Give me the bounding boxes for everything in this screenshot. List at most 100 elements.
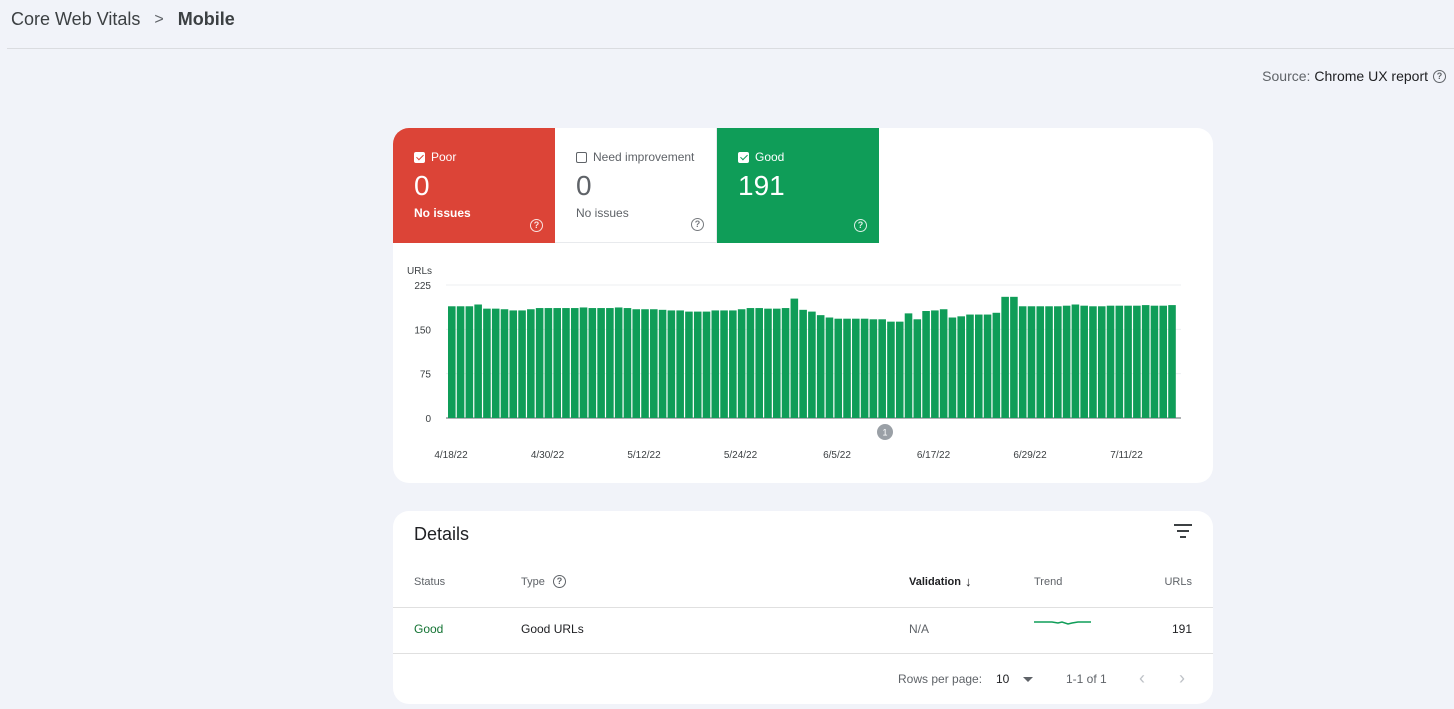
bar [1089,306,1097,418]
bar [939,309,948,418]
bar [1071,304,1080,418]
breadcrumb-parent[interactable]: Core Web Vitals [11,9,140,30]
bar [825,317,834,418]
row-urls: 191 [1171,622,1192,636]
source-label: Source: [1262,68,1311,84]
col-urls[interactable]: URLs [1164,576,1192,588]
top-bar: Core Web Vitals > Mobile [0,0,1454,48]
source-link[interactable]: Chrome UX report [1314,68,1428,84]
tile-poor[interactable]: Poor 0 No issues ? [393,128,555,243]
bar [755,308,763,418]
header-divider [7,48,1454,49]
bar [913,319,922,418]
tile-poor-label-row: Poor [414,150,555,164]
bar [1036,306,1045,418]
bar [579,307,588,418]
bar [483,308,491,418]
filter-icon[interactable] [1174,524,1192,538]
bar [1124,305,1132,418]
col-trend: Trend [1034,576,1063,588]
bar [711,310,720,418]
bar [597,308,605,418]
bar [799,309,807,418]
row-type[interactable]: Good URLs [521,622,584,636]
help-icon[interactable]: ? [854,219,867,232]
x-tick-label: 6/17/22 [917,450,951,461]
row-divider [393,653,1213,654]
col-type[interactable]: Type [521,576,545,588]
bar [720,310,728,418]
bar [1045,306,1053,418]
bar [816,315,825,418]
bar [843,318,851,418]
help-icon[interactable]: ? [530,219,543,232]
help-icon[interactable]: ? [553,575,566,588]
col-validation[interactable]: Validation [909,576,961,588]
tile-need-label: Need improvement [593,150,695,164]
bar [922,311,930,418]
bar [746,308,755,418]
bar [983,314,992,418]
checkbox-icon[interactable] [414,151,425,163]
row-validation: N/A [909,622,930,636]
tile-good-label: Good [755,150,785,164]
chevron-right-icon: > [154,10,164,28]
bar [518,310,526,418]
bar [887,321,895,418]
bar [860,318,869,418]
y-tick-label: 0 [425,414,431,425]
x-tick-label: 4/30/22 [531,450,565,461]
row-status[interactable]: Good [414,622,443,636]
bar [702,311,711,418]
y-tick-label: 225 [414,281,431,292]
bar [904,313,913,418]
bar [535,308,544,418]
tile-good[interactable]: Good 191 ? [717,128,879,243]
bar [1150,305,1159,418]
checkbox-icon[interactable] [738,151,749,163]
help-icon[interactable]: ? [1433,69,1446,83]
bar [852,318,860,418]
bar [641,309,649,418]
bar [448,306,456,418]
x-tick-label: 5/24/22 [724,450,758,461]
bar [1168,305,1176,418]
bar [1106,305,1115,418]
bar [693,311,702,418]
tile-need-improvement[interactable]: Need improvement 0 No issues ? [555,128,717,243]
bar [966,314,974,418]
bar [1001,296,1009,418]
tile-need-label-row: Need improvement [576,150,716,164]
bar [588,308,597,418]
y-tick-label: 75 [420,370,432,381]
bar [1010,296,1018,418]
col-status[interactable]: Status [414,576,445,588]
bar [1054,306,1062,418]
bar [1141,305,1150,418]
source-info: Source: Chrome UX report ? [1262,68,1446,84]
bar [764,308,772,418]
chevron-right-icon[interactable]: › [1179,668,1185,689]
arrow-down-icon[interactable]: ↓ [965,574,972,589]
x-tick-label: 4/18/22 [434,450,468,461]
bar [606,308,614,418]
bar [491,308,500,418]
bar [1027,306,1036,418]
checkbox-icon[interactable] [576,151,587,163]
bar [834,318,843,418]
tile-poor-label: Poor [431,150,457,164]
bar [632,309,641,418]
bar [1115,305,1124,418]
bar [465,306,474,418]
y-tick-label: 150 [414,325,431,336]
bar [500,309,509,418]
breadcrumb-current: Mobile [177,9,235,29]
rows-per-page-select[interactable]: 10 [996,672,1009,686]
trend-sparkline [1034,621,1091,625]
chevron-down-icon[interactable] [1023,677,1033,682]
bar [895,321,904,418]
bar [614,307,623,418]
help-icon[interactable]: ? [691,218,704,231]
chevron-left-icon[interactable]: ‹ [1139,668,1145,689]
bar [878,319,886,418]
